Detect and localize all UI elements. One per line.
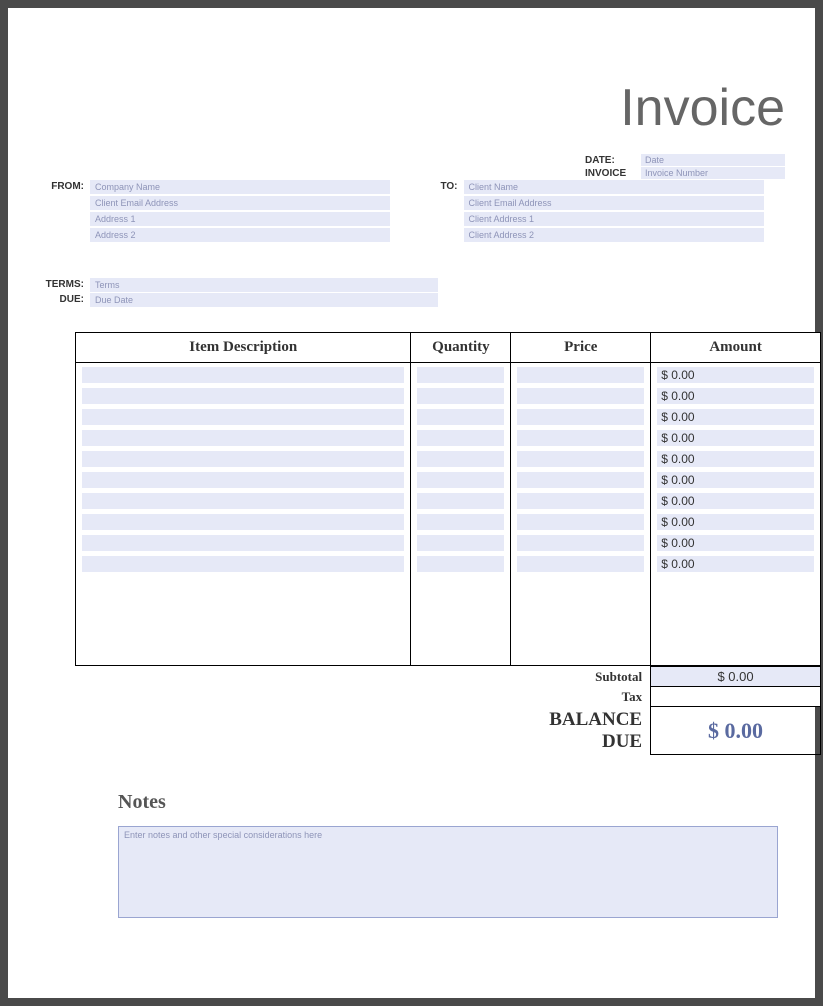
item-description-field[interactable] <box>82 535 404 551</box>
item-quantity-field[interactable] <box>417 556 504 572</box>
item-description-field[interactable] <box>82 493 404 509</box>
item-amount-value: $ 0.00 <box>657 367 814 383</box>
to-label: TO: <box>412 180 464 244</box>
item-amount-value: $ 0.00 <box>657 556 814 572</box>
from-address1-field[interactable]: Address 1 <box>90 212 390 226</box>
tax-label: Tax <box>511 687 651 707</box>
invoice-number-field[interactable]: Invoice Number <box>641 167 785 179</box>
item-description-field[interactable] <box>82 451 404 467</box>
notes-heading: Notes <box>118 791 795 814</box>
to-email-field[interactable]: Client Email Address <box>464 196 764 210</box>
terms-block: TERMS: Terms DUE: Due Date <box>28 278 448 308</box>
invoice-number-label: INVOICE <box>585 168 641 179</box>
col-price: Price <box>511 333 651 363</box>
to-address2-field[interactable]: Client Address 2 <box>464 228 764 242</box>
item-quantity-field[interactable] <box>417 451 504 467</box>
subtotal-label: Subtotal <box>511 667 651 687</box>
balance-due-value: $ 0.00 <box>651 707 821 755</box>
to-address1-field[interactable]: Client Address 1 <box>464 212 764 226</box>
item-description-field[interactable] <box>82 388 404 404</box>
item-description-field[interactable] <box>82 556 404 572</box>
date-field[interactable]: Date <box>641 154 785 166</box>
notes-field[interactable]: Enter notes and other special considerat… <box>118 826 778 918</box>
item-price-field[interactable] <box>517 409 644 425</box>
from-email-field[interactable]: Client Email Address <box>90 196 390 210</box>
price-cells <box>511 363 650 665</box>
item-amount-value: $ 0.00 <box>657 493 814 509</box>
item-price-field[interactable] <box>517 556 644 572</box>
quantity-cells <box>411 363 510 665</box>
item-amount-value: $ 0.00 <box>657 409 814 425</box>
item-price-field[interactable] <box>517 367 644 383</box>
item-description-field[interactable] <box>82 409 404 425</box>
item-price-field[interactable] <box>517 451 644 467</box>
item-amount-value: $ 0.00 <box>657 514 814 530</box>
date-label: DATE: <box>585 155 641 166</box>
item-price-field[interactable] <box>517 430 644 446</box>
line-items-table: Item Description Quantity Price Amount <box>75 332 821 666</box>
item-amount-value: $ 0.00 <box>657 388 814 404</box>
invoice-page: Invoice DATE: Date INVOICE Invoice Numbe… <box>8 8 815 998</box>
item-quantity-field[interactable] <box>417 472 504 488</box>
item-quantity-field[interactable] <box>417 514 504 530</box>
from-address2-field[interactable]: Address 2 <box>90 228 390 242</box>
item-amount-value: $ 0.00 <box>657 451 814 467</box>
totals-block: Subtotal $ 0.00 Tax BALANCE DUE $ 0.00 <box>75 666 821 755</box>
item-quantity-field[interactable] <box>417 493 504 509</box>
item-price-field[interactable] <box>517 514 644 530</box>
item-price-field[interactable] <box>517 388 644 404</box>
page-title: Invoice <box>28 78 785 138</box>
terms-label: TERMS: <box>38 278 90 292</box>
item-amount-value: $ 0.00 <box>657 430 814 446</box>
terms-field[interactable]: Terms <box>90 278 438 292</box>
to-name-field[interactable]: Client Name <box>464 180 764 194</box>
due-field[interactable]: Due Date <box>90 293 438 307</box>
item-quantity-field[interactable] <box>417 409 504 425</box>
item-description-field[interactable] <box>82 430 404 446</box>
item-price-field[interactable] <box>517 493 644 509</box>
item-price-field[interactable] <box>517 535 644 551</box>
col-quantity: Quantity <box>411 333 511 363</box>
due-label: DUE: <box>38 293 90 307</box>
col-amount: Amount <box>651 333 821 363</box>
item-description-field[interactable] <box>82 514 404 530</box>
item-description-field[interactable] <box>82 367 404 383</box>
description-cells <box>76 363 410 665</box>
item-description-field[interactable] <box>82 472 404 488</box>
col-description: Item Description <box>76 333 411 363</box>
tax-value[interactable] <box>651 687 821 707</box>
to-block: TO: Client Name Client Email Address Cli… <box>412 180 786 244</box>
item-quantity-field[interactable] <box>417 388 504 404</box>
amount-cells: $ 0.00 $ 0.00 $ 0.00 $ 0.00 $ 0.00 $ 0.0… <box>651 363 820 665</box>
from-company-field[interactable]: Company Name <box>90 180 390 194</box>
from-block: FROM: Company Name Client Email Address … <box>38 180 412 244</box>
item-quantity-field[interactable] <box>417 430 504 446</box>
balance-due-label: BALANCE DUE <box>511 707 651 755</box>
date-invoice-block: DATE: Date INVOICE Invoice Number <box>585 154 785 180</box>
item-amount-value: $ 0.00 <box>657 472 814 488</box>
item-price-field[interactable] <box>517 472 644 488</box>
item-quantity-field[interactable] <box>417 367 504 383</box>
subtotal-value: $ 0.00 <box>651 667 821 687</box>
from-label: FROM: <box>38 180 90 244</box>
item-amount-value: $ 0.00 <box>657 535 814 551</box>
item-quantity-field[interactable] <box>417 535 504 551</box>
